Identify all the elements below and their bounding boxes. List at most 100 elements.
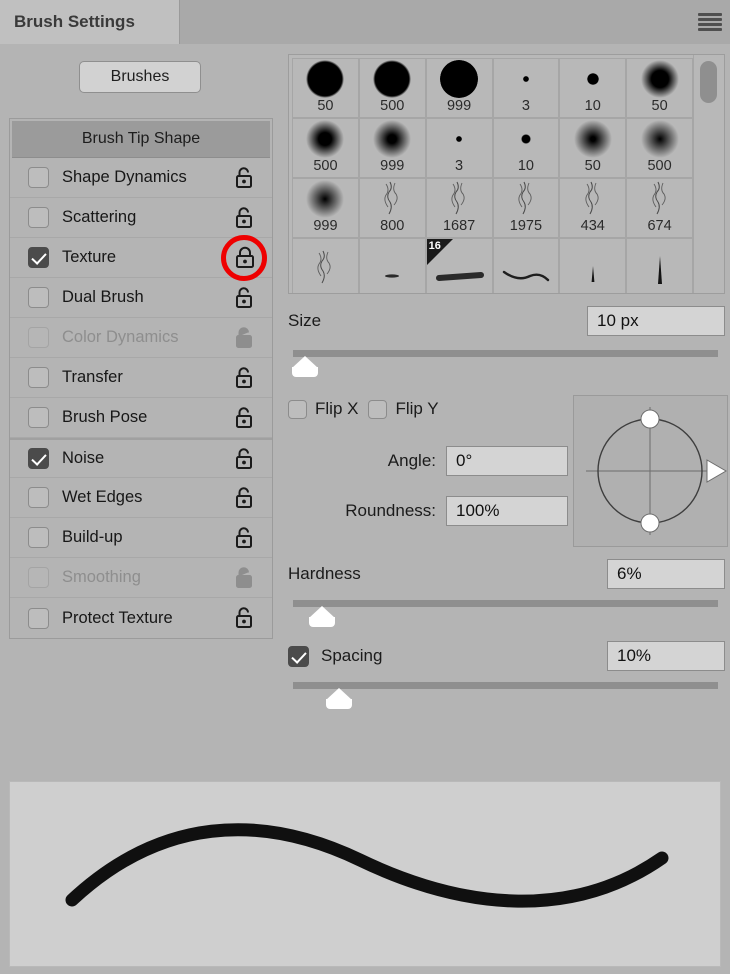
- option-row-shape-dynamics[interactable]: Shape Dynamics: [10, 158, 272, 198]
- option-row-build-up[interactable]: Build-up: [10, 518, 272, 558]
- brush-preset-cell[interactable]: 3: [492, 58, 560, 118]
- brush-preset-cell[interactable]: 500: [358, 58, 426, 118]
- tab-brush-settings[interactable]: Brush Settings: [0, 0, 180, 44]
- brush-preset-size-label: 50: [317, 97, 334, 114]
- spacing-row: Spacing 10%: [288, 641, 725, 671]
- brush-grid-scrollbar[interactable]: [693, 55, 723, 293]
- brushes-button[interactable]: Brushes: [79, 61, 201, 93]
- brush-preset-cell[interactable]: 50: [292, 58, 359, 118]
- brush-preset-cell[interactable]: 500: [292, 118, 359, 178]
- option-row-wet-edges[interactable]: Wet Edges: [10, 478, 272, 518]
- brush-preset-cell[interactable]: 16: [425, 238, 493, 293]
- option-checkbox-dual-brush[interactable]: [28, 287, 49, 308]
- option-checkbox-transfer[interactable]: [28, 367, 49, 388]
- option-checkbox-smoothing: [28, 567, 49, 588]
- option-checkbox-wet-edges[interactable]: [28, 487, 49, 508]
- brush-tip-shape-header[interactable]: Brush Tip Shape: [12, 121, 270, 158]
- brush-preset-thumbnail: [627, 179, 692, 219]
- option-label: Transfer: [62, 368, 123, 386]
- brush-preset-cell[interactable]: [358, 238, 426, 293]
- brush-preset-size-label: 999: [313, 217, 338, 234]
- brush-preset-cell[interactable]: [492, 238, 560, 293]
- lock-open-icon[interactable]: [234, 206, 256, 230]
- size-input[interactable]: 10 px: [587, 306, 725, 336]
- lock-closed-icon[interactable]: [234, 246, 256, 270]
- lock-open-icon[interactable]: [234, 326, 256, 350]
- angle-input[interactable]: 0°: [446, 446, 568, 476]
- lock-open-icon[interactable]: [234, 606, 256, 630]
- lock-open-icon[interactable]: [234, 406, 256, 430]
- brush-preset-cell[interactable]: 674: [626, 178, 693, 238]
- brush-preset-cell[interactable]: 999: [425, 58, 493, 118]
- hamburger-menu-icon[interactable]: [698, 13, 722, 31]
- brush-preset-cell[interactable]: [626, 238, 693, 293]
- lock-open-icon[interactable]: [234, 486, 256, 510]
- lock-open-icon[interactable]: [234, 526, 256, 550]
- lock-open-icon[interactable]: [234, 566, 256, 590]
- lock-open-icon[interactable]: [234, 166, 256, 190]
- option-checkbox-color-dynamics: [28, 327, 49, 348]
- option-row-scattering[interactable]: Scattering: [10, 198, 272, 238]
- lock-open-icon[interactable]: [234, 447, 256, 471]
- lock-open-icon[interactable]: [234, 366, 256, 390]
- brush-preset-thumbnail: [560, 59, 625, 99]
- brush-preset-cell[interactable]: 999: [358, 118, 426, 178]
- angle-roundness-preview[interactable]: [573, 395, 728, 547]
- hardness-slider[interactable]: [288, 600, 725, 627]
- brush-preset-cell[interactable]: 1687: [425, 178, 493, 238]
- brush-preset-thumbnail: [427, 59, 492, 99]
- brush-preset-cell[interactable]: [559, 238, 627, 293]
- spacing-checkbox[interactable]: [288, 645, 309, 667]
- selected-brush-badge-label: 16: [428, 240, 441, 252]
- option-checkbox-build-up[interactable]: [28, 527, 49, 548]
- option-checkbox-texture[interactable]: [28, 247, 49, 268]
- brush-preset-cell[interactable]: 10: [492, 118, 560, 178]
- brush-preset-cell[interactable]: 500: [626, 118, 693, 178]
- brush-preset-cell[interactable]: 800: [358, 178, 426, 238]
- option-row-texture[interactable]: Texture: [10, 234, 272, 281]
- brush-preset-cell[interactable]: 3: [425, 118, 493, 178]
- brush-preset-size-label: 1687: [442, 217, 476, 234]
- hardness-slider-track[interactable]: [293, 600, 718, 607]
- option-checkbox-protect-texture[interactable]: [28, 607, 49, 629]
- spacing-slider-track[interactable]: [293, 682, 718, 689]
- option-row-protect-texture[interactable]: Protect Texture: [10, 598, 272, 638]
- roundness-input[interactable]: 100%: [446, 496, 568, 526]
- brush-preset-size-label: 999: [446, 97, 472, 114]
- brush-preset-cell[interactable]: 50: [559, 118, 627, 178]
- option-row-dual-brush[interactable]: Dual Brush: [10, 278, 272, 318]
- brush-preset-cell[interactable]: 50: [626, 58, 693, 118]
- size-value: 10 px: [597, 311, 639, 330]
- roundness-row: Roundness: 100%: [288, 496, 568, 526]
- spacing-slider[interactable]: [288, 682, 725, 709]
- option-checkbox-shape-dynamics[interactable]: [28, 167, 49, 188]
- brush-preset-cell[interactable]: 1975: [492, 178, 560, 238]
- spacing-label: Spacing: [321, 646, 383, 665]
- lock-open-icon[interactable]: [234, 286, 256, 310]
- brush-preset-cell[interactable]: 999: [292, 178, 359, 238]
- brush-grid-scrollbar-thumb[interactable]: [700, 61, 717, 103]
- size-slider-track[interactable]: [293, 350, 718, 357]
- option-checkbox-scattering[interactable]: [28, 207, 49, 228]
- hardness-input[interactable]: 6%: [607, 559, 725, 589]
- size-slider[interactable]: [288, 350, 725, 377]
- brush-preset-thumbnail: [494, 179, 559, 219]
- brush-preset-cell[interactable]: 434: [559, 178, 627, 238]
- flip-x-checkbox[interactable]: [288, 399, 307, 419]
- brush-preset-thumbnail: [560, 239, 625, 293]
- brush-preset-thumbnail: [494, 119, 559, 159]
- brush-preset-cell[interactable]: [292, 238, 359, 293]
- option-row-transfer[interactable]: Transfer: [10, 358, 272, 398]
- brush-stroke-preview: [9, 781, 721, 967]
- brush-preset-cell[interactable]: 10: [559, 58, 627, 118]
- option-label: Color Dynamics: [62, 328, 179, 346]
- option-row-smoothing: Smoothing: [10, 558, 272, 598]
- brush-preset-size-label: 1975: [509, 217, 543, 234]
- option-row-noise[interactable]: Noise: [10, 438, 272, 478]
- flip-y-label: Flip Y: [395, 399, 439, 418]
- option-row-brush-pose[interactable]: Brush Pose: [10, 398, 272, 438]
- option-checkbox-brush-pose[interactable]: [28, 407, 49, 428]
- flip-y-checkbox[interactable]: [368, 399, 388, 419]
- spacing-input[interactable]: 10%: [607, 641, 725, 671]
- option-checkbox-noise[interactable]: [28, 448, 49, 469]
